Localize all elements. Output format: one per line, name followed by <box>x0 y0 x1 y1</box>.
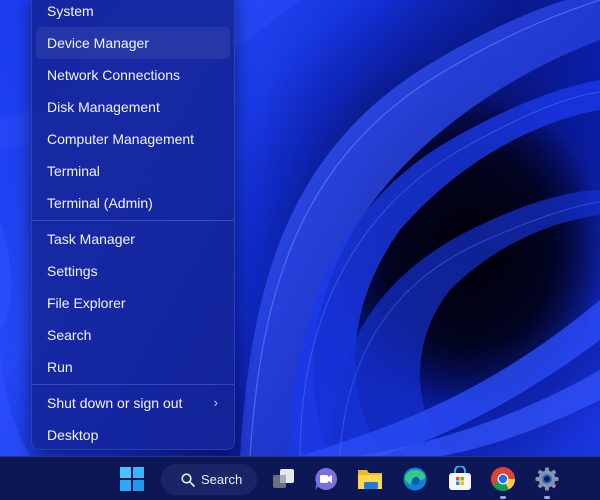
chevron-right-icon: › <box>213 395 218 410</box>
menu-item-desktop[interactable]: Desktop <box>36 419 230 451</box>
microsoft-store-icon <box>449 465 471 490</box>
menu-item-label: Terminal (Admin) <box>47 195 153 211</box>
menu-item-settings[interactable]: Settings <box>36 255 230 287</box>
settings-running-indicator <box>544 496 550 499</box>
menu-item-label: Settings <box>47 263 98 279</box>
menu-item-network-connections[interactable]: Network Connections <box>36 59 230 91</box>
file-explorer-button[interactable] <box>357 466 383 492</box>
menu-item-system[interactable]: System <box>36 0 230 27</box>
menu-item-device-manager[interactable]: Device Manager <box>36 27 230 59</box>
menu-item-label: Shut down or sign out <box>47 395 183 411</box>
settings-button[interactable] <box>534 466 560 492</box>
menu-item-label: Computer Management <box>47 131 195 147</box>
menu-item-label: Network Connections <box>47 67 181 83</box>
chrome-running-indicator <box>500 496 506 499</box>
settings-icon <box>535 467 559 491</box>
menu-item-computer-management[interactable]: Computer Management <box>36 123 230 155</box>
menu-item-label: File Explorer <box>47 295 126 311</box>
menu-item-label: Device Manager <box>47 35 149 51</box>
menu-item-label: System <box>47 3 94 19</box>
menu-item-disk-management[interactable]: Disk Management <box>36 91 230 123</box>
menu-item-label: Desktop <box>47 427 99 443</box>
menu-divider <box>32 384 234 385</box>
task-view-icon <box>273 469 294 488</box>
microsoft-store-button[interactable] <box>447 465 473 492</box>
file-explorer-icon <box>358 470 382 489</box>
menu-item-label: Search <box>47 327 92 343</box>
edge-button[interactable] <box>402 466 428 492</box>
chrome-icon <box>491 467 515 492</box>
menu-item-task-manager[interactable]: Task Manager <box>36 223 230 255</box>
edge-icon <box>403 467 427 491</box>
menu-item-run[interactable]: Run <box>36 351 230 383</box>
menu-item-search[interactable]: Search <box>36 319 230 351</box>
search-icon <box>181 472 195 487</box>
start-button[interactable] <box>119 466 145 492</box>
menu-item-label: Run <box>47 359 73 375</box>
menu-item-file-explorer[interactable]: File Explorer <box>36 287 230 319</box>
taskbar: Search <box>0 456 600 500</box>
winx-context-menu: System Device Manager Network Connections D… <box>31 0 235 450</box>
start-icon <box>120 467 144 491</box>
menu-item-label: Disk Management <box>47 99 160 115</box>
teams-chat-button[interactable] <box>313 466 339 492</box>
menu-divider <box>32 220 234 221</box>
menu-item-shut-down-or-sign-out[interactable]: Shut down or sign out › <box>36 387 230 419</box>
taskbar-search-box[interactable]: Search <box>161 464 257 495</box>
teams-chat-icon <box>315 467 338 490</box>
menu-item-terminal[interactable]: Terminal <box>36 155 230 187</box>
menu-item-label: Terminal <box>47 163 100 179</box>
menu-item-terminal-admin[interactable]: Terminal (Admin) <box>36 187 230 219</box>
chrome-button[interactable] <box>490 466 516 492</box>
task-view-button[interactable] <box>271 466 297 492</box>
menu-item-label: Task Manager <box>47 231 135 247</box>
search-label: Search <box>201 472 243 487</box>
